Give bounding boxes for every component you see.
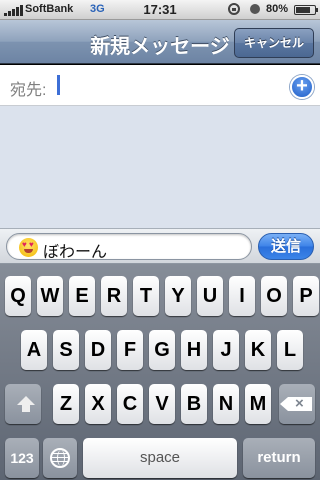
key-d[interactable]: D <box>85 330 111 370</box>
key-f[interactable]: F <box>117 330 143 370</box>
key-g[interactable]: G <box>149 330 175 370</box>
keyboard: Q W E R T Y U I O P A S D F G H J K L Z … <box>0 264 320 480</box>
shift-key[interactable] <box>5 384 41 424</box>
key-l[interactable]: L <box>277 330 303 370</box>
key-n[interactable]: N <box>213 384 239 424</box>
key-w[interactable]: W <box>37 276 63 316</box>
globe-icon <box>50 448 70 468</box>
key-c[interactable]: C <box>117 384 143 424</box>
key-s[interactable]: S <box>53 330 79 370</box>
key-p[interactable]: P <box>293 276 319 316</box>
globe-key[interactable] <box>43 438 77 478</box>
backspace-icon <box>280 384 312 424</box>
battery-icon <box>294 5 318 15</box>
battery-percent: 80% <box>266 3 289 15</box>
key-b[interactable]: B <box>181 384 207 424</box>
message-input[interactable]: ぼわーん <box>6 233 252 261</box>
page-title: 新規メッセージ <box>90 36 230 58</box>
key-v[interactable]: V <box>149 384 175 424</box>
message-text: ぼわーん <box>43 244 108 261</box>
recipient-field[interactable]: 宛先: + <box>0 65 320 106</box>
key-z[interactable]: Z <box>53 384 79 424</box>
status-bar: SoftBank 3G 17:31 80% <box>0 0 320 20</box>
cancel-button[interactable]: キャンセル <box>234 28 314 58</box>
key-q[interactable]: Q <box>5 276 31 316</box>
space-key[interactable]: space <box>83 438 237 478</box>
add-contact-icon[interactable]: + <box>290 75 314 99</box>
key-e[interactable]: E <box>69 276 95 316</box>
send-button[interactable]: 送信 <box>258 233 314 260</box>
key-t[interactable]: T <box>133 276 159 316</box>
shift-arrow-icon <box>17 396 35 412</box>
key-x[interactable]: X <box>85 384 111 424</box>
key-i[interactable]: I <box>229 276 255 316</box>
recipient-label: 宛先: <box>10 82 47 99</box>
return-key[interactable]: return <box>243 438 315 478</box>
key-m[interactable]: M <box>245 384 271 424</box>
key-u[interactable]: U <box>197 276 223 316</box>
numbers-key[interactable]: 123 <box>5 438 39 478</box>
heart-eyes-emoji-icon <box>19 238 38 257</box>
key-r[interactable]: R <box>101 276 127 316</box>
alarm-icon <box>250 4 260 14</box>
navigation-bar: 新規メッセージ キャンセル <box>0 20 320 64</box>
key-j[interactable]: J <box>213 330 239 370</box>
backspace-key[interactable] <box>279 384 315 424</box>
key-y[interactable]: Y <box>165 276 191 316</box>
key-a[interactable]: A <box>21 330 47 370</box>
key-o[interactable]: O <box>261 276 287 316</box>
compose-bar: ぼわーん 送信 <box>0 228 320 264</box>
message-area <box>0 106 320 228</box>
orientation-lock-icon <box>228 3 240 15</box>
key-h[interactable]: H <box>181 330 207 370</box>
text-cursor <box>57 75 60 95</box>
key-k[interactable]: K <box>245 330 271 370</box>
battery-fill <box>296 7 310 13</box>
